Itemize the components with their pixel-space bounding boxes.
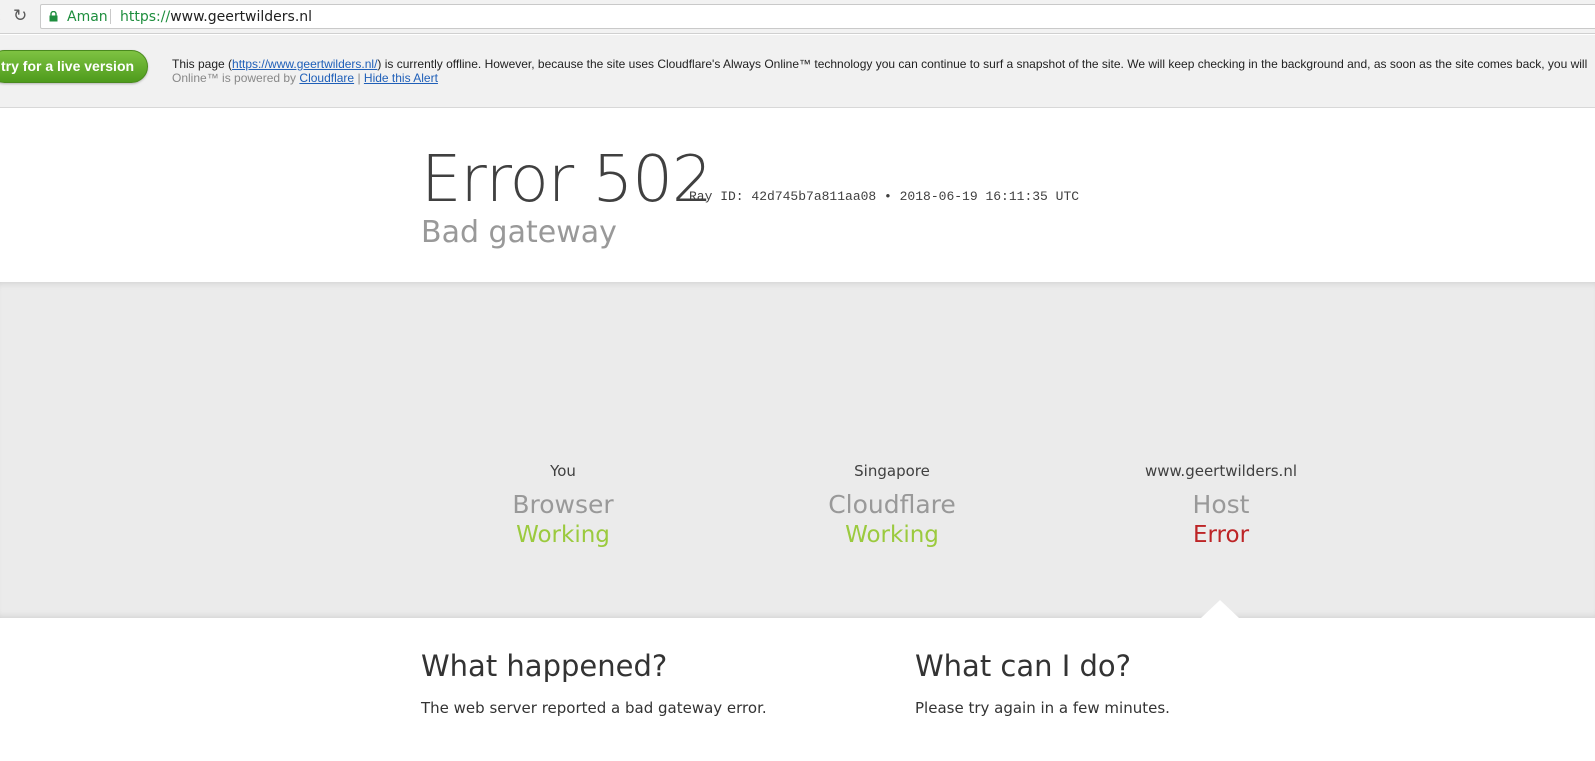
node-location: Singapore: [854, 462, 930, 480]
address-divider: [110, 9, 111, 24]
secure-label[interactable]: Aman: [67, 9, 108, 25]
node-status: Error: [1192, 522, 1250, 548]
node-status: Working: [516, 522, 610, 548]
error-subtitle: Bad gateway: [421, 215, 617, 250]
page-url-link[interactable]: https://www.geertwilders.nl/: [232, 57, 377, 71]
alert-text-rest: ) is currently offline. However, because…: [377, 57, 1588, 71]
error-header: Error 502 Ray ID: 42d745b7a811aa08 • 201…: [0, 108, 1595, 282]
back-arrow-icon[interactable]: ‹: [0, 9, 4, 23]
node-name: Host: [1192, 490, 1250, 519]
info-section: What happened? The web server reported a…: [0, 618, 1595, 761]
hide-alert-link[interactable]: Hide this Alert: [364, 71, 438, 85]
node-location: www.geertwilders.nl: [1145, 462, 1297, 480]
url-scheme: https://: [120, 9, 171, 25]
alert-text-start: This page (: [172, 57, 233, 71]
error-pointer-caret: [1201, 600, 1239, 618]
alert-message: This page (https://www.geertwilders.nl/)…: [172, 57, 1592, 85]
what-can-i-do-body: Please try again in a few minutes.: [915, 699, 1170, 717]
cloudflare-link[interactable]: Cloudflare: [299, 71, 354, 85]
what-can-i-do-heading: What can I do?: [915, 649, 1132, 683]
node-location: You: [550, 462, 576, 480]
node-browser: You Browser Working: [443, 462, 683, 550]
url-text[interactable]: https://www.geertwilders.nl: [120, 9, 312, 25]
powered-by-text: Online™ is powered by: [172, 71, 300, 85]
lock-icon: [49, 11, 58, 22]
node-name: Browser: [512, 490, 614, 519]
node-name: Cloudflare: [828, 490, 956, 519]
node-host: www.geertwilders.nl Host Error: [1101, 462, 1341, 550]
address-bar[interactable]: Aman https://www.geertwilders.nl: [40, 4, 1595, 29]
node-cloudflare: Singapore Cloudflare Working: [772, 462, 1012, 550]
url-host: www.geertwilders.nl: [170, 9, 313, 25]
live-version-button[interactable]: try for a live version: [0, 50, 148, 83]
browser-toolbar: ‹ ↻ Aman https://www.geertwilders.nl: [0, 0, 1595, 34]
reload-icon[interactable]: ↻: [13, 7, 29, 25]
ray-id: Ray ID: 42d745b7a811aa08 • 2018-06-19 16…: [689, 189, 1080, 204]
node-status: Working: [845, 522, 939, 548]
status-diagram: You Browser Working Singapore Cloudflare…: [0, 282, 1595, 618]
alert-line-2: Online™ is powered by Cloudflare | Hide …: [172, 71, 1592, 85]
what-happened-heading: What happened?: [421, 649, 668, 683]
always-online-alert: try for a live version This page (https:…: [0, 35, 1595, 108]
error-code: Error 502: [421, 143, 713, 217]
what-happened-section: What happened? The web server reported a…: [421, 648, 881, 718]
what-can-i-do-section: What can I do? Please try again in a few…: [915, 648, 1375, 718]
link-separator: |: [354, 71, 364, 85]
what-happened-body: The web server reported a bad gateway er…: [421, 699, 767, 717]
